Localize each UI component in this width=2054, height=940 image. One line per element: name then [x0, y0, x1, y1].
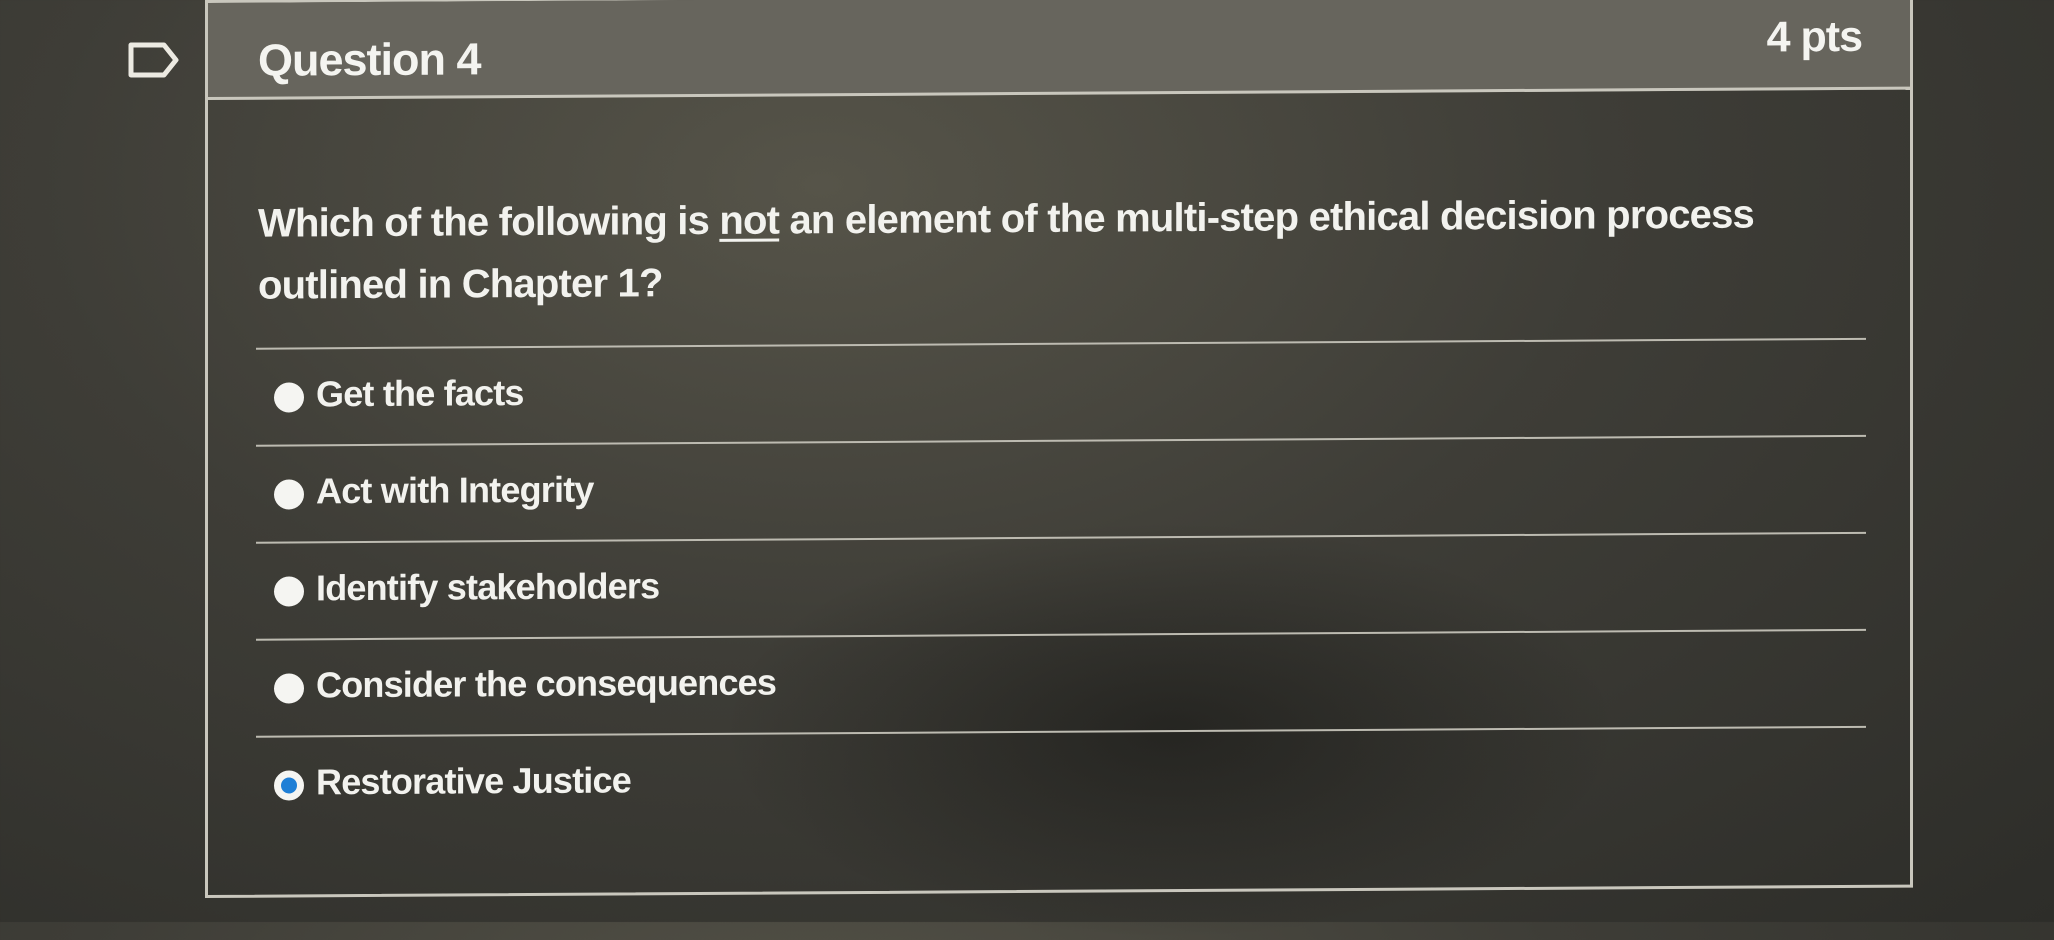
- answer-option[interactable]: Get the facts: [256, 337, 1866, 445]
- answer-label: Restorative Justice: [316, 759, 631, 803]
- question-text-start: Which of the following is: [258, 198, 720, 246]
- flag-icon[interactable]: [128, 42, 180, 78]
- question-title: Question 4: [258, 33, 481, 86]
- answer-list: Get the facts Act with Integrity Identif…: [256, 337, 1866, 833]
- answer-label: Consider the consequences: [316, 661, 777, 706]
- answer-option[interactable]: Identify stakeholders: [256, 531, 1866, 639]
- answer-option-selected[interactable]: Restorative Justice: [256, 725, 1866, 833]
- answer-label: Identify stakeholders: [316, 565, 660, 609]
- answer-label: Get the facts: [316, 372, 524, 415]
- answer-label: Act with Integrity: [316, 468, 594, 512]
- answer-option[interactable]: Act with Integrity: [256, 434, 1866, 542]
- radio-button[interactable]: [274, 673, 304, 704]
- question-text: Which of the following is not an element…: [258, 183, 1878, 317]
- question-text-emphasis: not: [719, 198, 780, 243]
- radio-button[interactable]: [274, 576, 304, 607]
- radio-button-selected[interactable]: [274, 770, 304, 801]
- radio-button[interactable]: [274, 382, 304, 413]
- question-header: Question 4 4 pts: [208, 0, 1910, 100]
- question-card: Question 4 4 pts Which of the following …: [205, 0, 1913, 899]
- question-points: 4 pts: [1766, 12, 1862, 62]
- radio-button[interactable]: [274, 479, 304, 510]
- answer-option[interactable]: Consider the consequences: [256, 628, 1866, 736]
